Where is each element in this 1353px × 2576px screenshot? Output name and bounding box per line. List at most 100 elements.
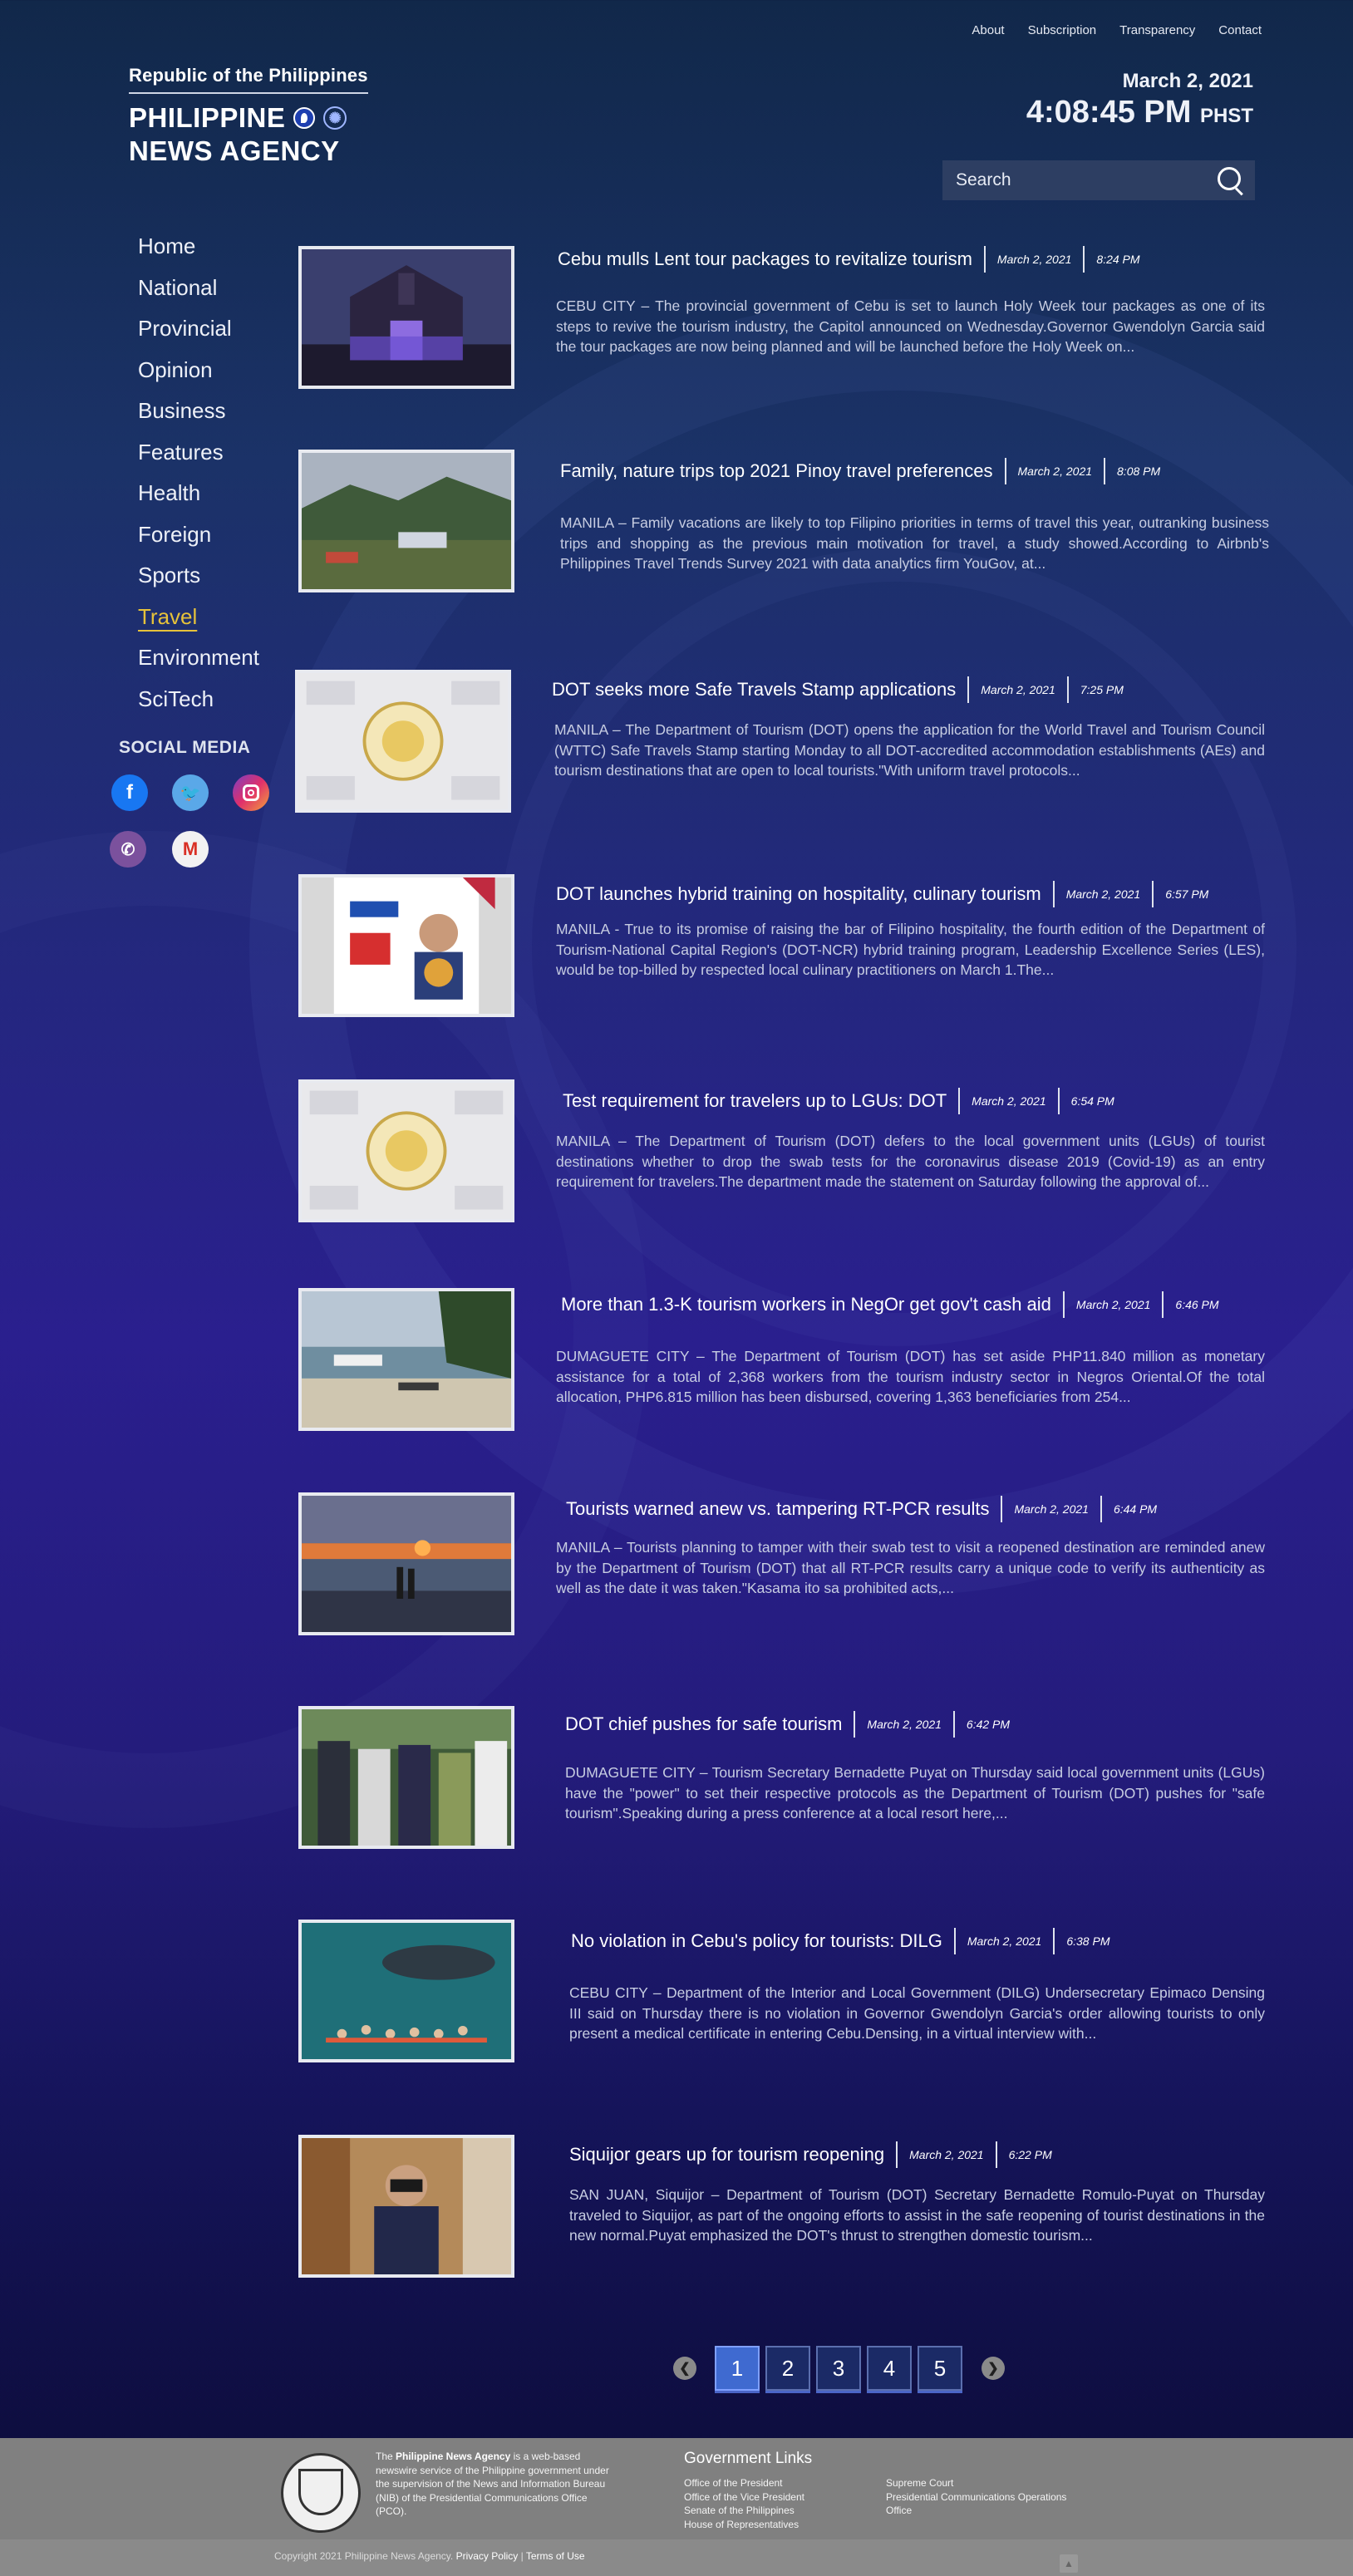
pna-mark-icon <box>293 107 316 129</box>
site-logo[interactable]: Republic of the Philippines PHILIPPINE ✺ … <box>129 65 368 167</box>
government-links-heading: Government Links <box>684 2450 813 2467</box>
article-item: DOT launches hybrid training on hospital… <box>297 866 1269 1024</box>
logo-divider <box>129 92 368 94</box>
nav-item-opinion[interactable]: Opinion <box>138 355 259 396</box>
article-item: Test requirement for travelers up to LGU… <box>297 1071 1269 1229</box>
nav-item-home[interactable]: Home <box>138 231 259 273</box>
page-5-button[interactable]: 5 <box>918 2346 962 2391</box>
nav-item-foreign[interactable]: Foreign <box>138 519 259 561</box>
top-link-subscription[interactable]: Subscription <box>1028 23 1097 37</box>
top-link-about[interactable]: About <box>972 23 1004 37</box>
clock: March 2, 2021 4:08:45 PM PHST <box>1026 70 1253 130</box>
nav-item-business[interactable]: Business <box>138 396 259 437</box>
next-page-icon[interactable]: ❯ <box>982 2357 1005 2380</box>
nav-item-features[interactable]: Features <box>138 437 259 479</box>
facebook-icon[interactable]: f <box>111 774 148 811</box>
article-excerpt: MANILA – Family vacations are likely to … <box>560 514 1269 573</box>
nav-item-sports[interactable]: Sports <box>138 560 259 602</box>
nav-item-travel[interactable]: Travel <box>138 602 259 643</box>
article-date: March 2, 2021 <box>981 683 1055 696</box>
article-thumbnail[interactable] <box>298 874 514 1017</box>
back-to-top-icon[interactable]: ▲ <box>1060 2554 1078 2573</box>
gov-link[interactable]: House of Representatives <box>684 2518 804 2532</box>
site-footer: The Philippine News Agency is a web-base… <box>0 2438 1353 2576</box>
government-seal-icon <box>281 2453 361 2533</box>
article-time: 6:46 PM <box>1175 1298 1219 1311</box>
article-excerpt: DUMAGUETE CITY – Tourism Secretary Berna… <box>565 1764 1265 1822</box>
article-thumbnail[interactable] <box>298 450 514 592</box>
gov-link[interactable]: Office of the President <box>684 2476 804 2490</box>
page-3-button[interactable]: 3 <box>816 2346 861 2391</box>
article-thumbnail[interactable] <box>298 1920 514 2062</box>
article-excerpt: MANILA - True to its promise of raising … <box>556 921 1265 979</box>
gov-link[interactable]: Supreme Court <box>886 2476 1066 2490</box>
privacy-policy-link[interactable]: Privacy Policy <box>456 2550 519 2562</box>
nav-item-scitech[interactable]: SciTech <box>138 684 259 725</box>
footer-description: The Philippine News Agency is a web-base… <box>376 2451 609 2517</box>
article-title[interactable]: Tourists warned anew vs. tampering RT-PC… <box>566 1498 989 1520</box>
current-time: 4:08:45 PM <box>1026 95 1192 130</box>
gov-link[interactable]: Senate of the Philippines <box>684 2504 804 2518</box>
article-header: Siquijor gears up for tourism reopening … <box>569 2141 1052 2168</box>
article-date: March 2, 2021 <box>1075 1298 1151 1311</box>
article-thumbnail[interactable] <box>298 1288 514 1431</box>
article-header: No violation in Cebu's policy for touris… <box>571 1928 1109 1954</box>
article-thumbnail[interactable] <box>298 246 514 389</box>
top-link-transparency[interactable]: Transparency <box>1119 23 1195 37</box>
article-thumbnail[interactable] <box>298 2135 514 2278</box>
page-4-button[interactable]: 4 <box>867 2346 912 2391</box>
top-links: About Subscription Transparency Contact <box>972 23 1262 37</box>
gmail-icon[interactable]: M <box>172 831 209 868</box>
copyright-line: Copyright 2021 Philippine News Agency. P… <box>274 2550 585 2562</box>
article-header: Test requirement for travelers up to LGU… <box>563 1088 1114 1114</box>
gov-link[interactable]: Office <box>886 2504 1066 2518</box>
nav-item-national[interactable]: National <box>138 273 259 314</box>
prev-page-icon[interactable]: ❮ <box>673 2357 696 2380</box>
gov-link[interactable]: Office of the Vice President <box>684 2490 804 2505</box>
article-item: DOT seeks more Safe Travels Stamp applic… <box>295 661 1269 819</box>
article-title[interactable]: DOT chief pushes for safe tourism <box>565 1713 842 1735</box>
article-excerpt: SAN JUAN, Siquijor – Department of Touri… <box>569 2186 1265 2244</box>
article-title[interactable]: No violation in Cebu's policy for touris… <box>571 1930 942 1952</box>
article-header: Cebu mulls Lent tour packages to revital… <box>558 246 1140 273</box>
article-thumbnail[interactable] <box>298 1079 514 1222</box>
article-time: 6:22 PM <box>1008 2148 1052 2161</box>
timezone: PHST <box>1199 105 1253 127</box>
article-title[interactable]: Siquijor gears up for tourism reopening <box>569 2144 884 2166</box>
nav-item-environment[interactable]: Environment <box>138 642 259 684</box>
page-1-button[interactable]: 1 <box>715 2346 760 2391</box>
article-title[interactable]: Test requirement for travelers up to LGU… <box>563 1090 947 1112</box>
article-title[interactable]: More than 1.3-K tourism workers in NegOr… <box>561 1294 1051 1315</box>
current-date: March 2, 2021 <box>1122 70 1253 92</box>
article-time: 8:24 PM <box>1096 253 1140 266</box>
search-icon[interactable] <box>1213 164 1247 197</box>
article-title[interactable]: DOT seeks more Safe Travels Stamp applic… <box>552 679 956 701</box>
viber-icon[interactable]: ✆ <box>110 831 146 868</box>
pagination: ❮ 1 2 3 4 5 ❯ <box>673 2346 1005 2391</box>
article-item: Family, nature trips top 2021 Pinoy trav… <box>297 441 1269 599</box>
section-nav: Home National Provincial Opinion Busines… <box>138 231 259 725</box>
search-input[interactable] <box>954 170 1213 191</box>
article-time: 6:38 PM <box>1066 1934 1110 1948</box>
article-time: 8:08 PM <box>1117 465 1161 478</box>
page-2-button[interactable]: 2 <box>765 2346 810 2391</box>
article-header: DOT seeks more Safe Travels Stamp applic… <box>552 676 1124 703</box>
social-media-heading: SOCIAL MEDIA <box>119 738 251 757</box>
top-link-contact[interactable]: Contact <box>1218 23 1262 37</box>
nav-item-provincial[interactable]: Provincial <box>138 313 259 355</box>
article-title[interactable]: Cebu mulls Lent tour packages to revital… <box>558 248 972 270</box>
terms-of-use-link[interactable]: Terms of Use <box>526 2550 585 2562</box>
article-thumbnail[interactable] <box>295 670 511 813</box>
article-title[interactable]: DOT launches hybrid training on hospital… <box>556 883 1041 905</box>
instagram-icon[interactable] <box>233 774 269 811</box>
article-thumbnail[interactable] <box>298 1706 514 1849</box>
article-thumbnail[interactable] <box>298 1492 514 1635</box>
article-header: More than 1.3-K tourism workers in NegOr… <box>561 1291 1219 1318</box>
logo-line1: PHILIPPINE <box>129 102 286 133</box>
article-excerpt: CEBU CITY – Department of the Interior a… <box>569 1984 1265 2043</box>
article-excerpt: MANILA – Tourists planning to tamper wit… <box>556 1539 1265 1597</box>
twitter-icon[interactable]: 🐦 <box>172 774 209 811</box>
gov-link[interactable]: Presidential Communications Operations <box>886 2490 1066 2505</box>
article-title[interactable]: Family, nature trips top 2021 Pinoy trav… <box>560 460 993 482</box>
nav-item-health[interactable]: Health <box>138 478 259 519</box>
